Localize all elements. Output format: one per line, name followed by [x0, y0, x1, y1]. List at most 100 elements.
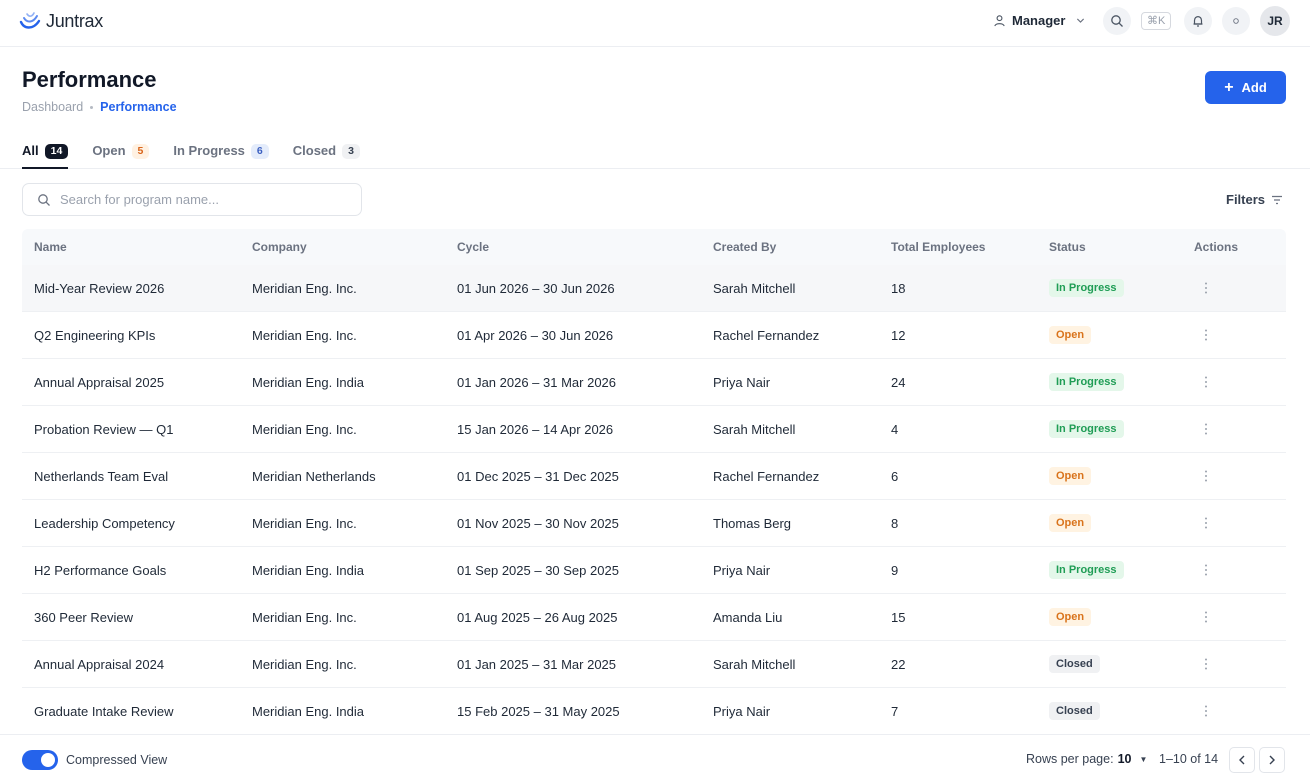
tab-count-badge: 14	[44, 144, 69, 159]
column-header-name[interactable]: Name	[22, 240, 252, 254]
more-vertical-icon	[1205, 329, 1207, 341]
command-shortcut[interactable]: ⌘K	[1141, 12, 1172, 30]
filters-button[interactable]: Filters	[1226, 192, 1283, 207]
row-actions-button[interactable]	[1196, 513, 1216, 533]
program-name[interactable]: Annual Appraisal 2025	[22, 375, 252, 390]
footer-divider	[0, 734, 1310, 735]
status-cell: Open	[1049, 608, 1194, 626]
status-button[interactable]	[1222, 7, 1250, 35]
created-by: Priya Nair	[713, 703, 771, 719]
tab-in-progress[interactable]: In Progress 6	[173, 138, 269, 169]
row-actions-button[interactable]	[1196, 701, 1216, 721]
more-vertical-icon	[1205, 658, 1207, 670]
tab-label: In Progress	[173, 143, 245, 158]
search-box	[22, 183, 362, 216]
program-name[interactable]: Leadership Competency	[22, 516, 252, 531]
actions-cell	[1194, 372, 1286, 392]
more-vertical-icon	[1205, 376, 1207, 388]
program-name[interactable]: Annual Appraisal 2024	[22, 657, 252, 672]
more-vertical-icon	[1205, 282, 1207, 294]
row-actions-button[interactable]	[1196, 466, 1216, 486]
total-employees: 24	[891, 374, 906, 390]
created-by: Amanda Liu	[713, 609, 783, 625]
tab-all[interactable]: All 14	[22, 138, 69, 169]
program-name[interactable]: Q2 Engineering KPIs	[22, 328, 252, 343]
row-actions-button[interactable]	[1196, 278, 1216, 298]
created-by: Sarah Mitchell	[713, 280, 796, 296]
filter-icon	[1272, 195, 1283, 204]
actions-cell	[1194, 278, 1286, 298]
more-vertical-icon	[1205, 423, 1207, 435]
status-cell: Open	[1049, 514, 1194, 532]
tab-label: Open	[92, 143, 126, 158]
row-actions-button[interactable]	[1196, 560, 1216, 580]
status-cell: In Progress	[1049, 420, 1194, 438]
row-actions-button[interactable]	[1196, 607, 1216, 627]
table-row[interactable]: Probation Review — Q1 Meridian Eng. Inc. 1…	[22, 406, 1286, 453]
row-actions-button[interactable]	[1196, 654, 1216, 674]
table-row[interactable]: Annual Appraisal 2025 Meridian Eng. India…	[22, 359, 1286, 406]
program-name[interactable]: Graduate Intake Review	[22, 704, 252, 719]
column-header-actions: Actions	[1194, 240, 1239, 254]
program-name[interactable]: 360 Peer Review	[22, 610, 252, 625]
search-button[interactable]	[1103, 7, 1131, 35]
tab-closed[interactable]: Closed 3	[293, 138, 360, 169]
role-switcher[interactable]: Manager	[993, 13, 1086, 28]
app-logo[interactable]: Juntrax	[18, 9, 103, 33]
user-avatar[interactable]: JR	[1260, 6, 1290, 36]
table-row[interactable]: Netherlands Team Eval Meridian Netherland…	[22, 453, 1286, 500]
previous-page-button[interactable]	[1229, 747, 1255, 773]
filters-label: Filters	[1226, 192, 1266, 207]
caret-down-icon[interactable]: ▼	[1139, 755, 1147, 764]
total-employees: 12	[891, 327, 906, 343]
chevron-left-icon	[1239, 755, 1245, 765]
tab-count-badge: 5	[131, 144, 150, 159]
breadcrumb-dashboard[interactable]: Dashboard	[22, 100, 83, 114]
program-name[interactable]: H2 Performance Goals	[22, 563, 252, 578]
rows-per-page: Rows per page: 10 ▼	[1026, 752, 1147, 766]
add-button[interactable]: + Add	[1205, 71, 1286, 104]
cycle: 01 Sep 2025 – 30 Sep 2025	[457, 562, 619, 578]
app-name: Juntrax	[46, 10, 103, 31]
column-header-cycle[interactable]: Cycle	[457, 240, 713, 254]
table-row[interactable]: Annual Appraisal 2024 Meridian Eng. Inc. 0…	[22, 641, 1286, 688]
row-actions-button[interactable]	[1196, 372, 1216, 392]
tab-open[interactable]: Open 5	[92, 138, 150, 169]
column-header-created-by[interactable]: Created By	[713, 240, 891, 254]
program-name[interactable]: Netherlands Team Eval	[22, 469, 252, 484]
program-name[interactable]: Mid-Year Review 2026	[22, 281, 252, 296]
table-row[interactable]: Q2 Engineering KPIs Meridian Eng. Inc. 01 …	[22, 312, 1286, 359]
cycle: 01 Nov 2025 – 30 Nov 2025	[457, 515, 619, 531]
table-row[interactable]: 360 Peer Review Meridian Eng. Inc. 01 Aug …	[22, 594, 1286, 641]
status-badge: Open	[1049, 608, 1092, 626]
program-name[interactable]: Probation Review — Q1	[22, 422, 252, 437]
column-header-company[interactable]: Company	[252, 240, 457, 254]
notifications-button[interactable]	[1184, 7, 1212, 35]
table-row[interactable]: Leadership Competency Meridian Eng. Inc. 0…	[22, 500, 1286, 547]
pagination-range: 1–10 of 14	[1159, 752, 1219, 766]
status-badge: Closed	[1049, 702, 1100, 720]
rows-per-page-select[interactable]: 10	[1118, 752, 1132, 766]
column-header-total-employees[interactable]: Total Employees	[891, 240, 1049, 254]
company: Meridian Eng. Inc.	[252, 609, 357, 625]
table-header: Name Company Cycle Created By Total Empl…	[22, 229, 1286, 265]
row-actions-button[interactable]	[1196, 325, 1216, 345]
company: Meridian Eng. India	[252, 562, 365, 578]
table-row[interactable]: Graduate Intake Review Meridian Eng. Indi…	[22, 688, 1286, 735]
compressed-view-toggle[interactable]	[22, 750, 58, 770]
tab-label: Closed	[292, 143, 337, 158]
actions-cell	[1194, 513, 1286, 533]
row-actions-button[interactable]	[1196, 419, 1216, 439]
next-page-button[interactable]	[1259, 747, 1285, 773]
status-cell: Closed	[1049, 702, 1194, 720]
created-by: Rachel Fernandez	[713, 327, 820, 343]
table-row[interactable]: Mid-Year Review 2026 Meridian Eng. Inc. 01…	[22, 265, 1286, 312]
table-row[interactable]: H2 Performance Goals Meridian Eng. India 0…	[22, 547, 1286, 594]
search-input[interactable]	[60, 192, 340, 207]
cycle: 01 Apr 2026 – 30 Jun 2026	[457, 327, 614, 343]
total-employees: 4	[891, 421, 899, 437]
company: Meridian Eng. Inc.	[252, 327, 357, 343]
company: Meridian Eng. India	[252, 703, 365, 719]
more-vertical-icon	[1205, 470, 1207, 482]
column-header-status[interactable]: Status	[1049, 240, 1194, 254]
